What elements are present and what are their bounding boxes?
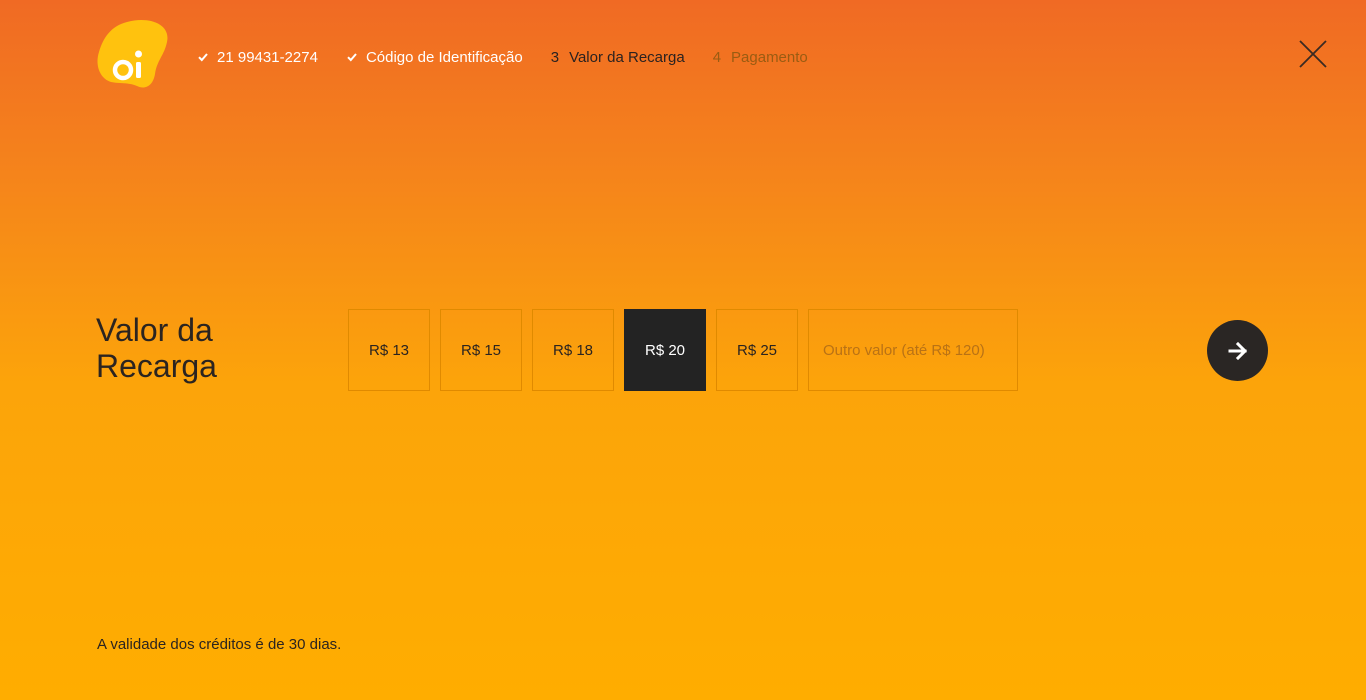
close-button[interactable] bbox=[1297, 38, 1329, 70]
logo-text: oi bbox=[97, 88, 98, 89]
progress-steps: 21 99431-2274 Código de Identificação 3 … bbox=[197, 46, 808, 68]
recharge-value-options: R$ 13 R$ 15 R$ 18 R$ 20 R$ 25 bbox=[348, 309, 1018, 391]
step-number: 4 bbox=[712, 48, 722, 66]
step-number: 3 bbox=[550, 48, 560, 66]
value-option-18[interactable]: R$ 18 bbox=[532, 309, 614, 391]
page-title-line1: Valor da bbox=[96, 312, 213, 348]
other-value-input[interactable] bbox=[808, 309, 1018, 391]
step-phone-label: 21 99431-2274 bbox=[217, 48, 318, 66]
step-identification-label: Código de Identificação bbox=[365, 48, 523, 66]
credits-validity-note: A validade dos créditos é de 30 dias. bbox=[97, 636, 342, 653]
check-icon bbox=[347, 53, 357, 62]
oi-logo-mark bbox=[97, 20, 168, 88]
step-payment: 4 Pagamento bbox=[713, 49, 808, 66]
step-identification[interactable]: Código de Identificação bbox=[346, 49, 523, 66]
oi-logo[interactable]: oi bbox=[97, 20, 169, 88]
step-phone[interactable]: 21 99431-2274 bbox=[197, 49, 318, 66]
step-recharge-value-label: Valor da Recarga bbox=[569, 48, 685, 66]
check-icon bbox=[198, 53, 208, 62]
step-payment-label: Pagamento bbox=[731, 48, 808, 66]
value-option-13[interactable]: R$ 13 bbox=[348, 309, 430, 391]
value-option-20[interactable]: R$ 20 bbox=[624, 309, 706, 391]
value-option-15[interactable]: R$ 15 bbox=[440, 309, 522, 391]
value-option-25[interactable]: R$ 25 bbox=[716, 309, 798, 391]
page-title: Valor da Recarga bbox=[96, 312, 296, 384]
page-title-line2: Recarga bbox=[96, 348, 217, 384]
step-recharge-value: 3 Valor da Recarga bbox=[551, 49, 685, 66]
arrow-right-icon bbox=[1228, 341, 1247, 360]
next-button[interactable] bbox=[1207, 320, 1268, 381]
close-icon bbox=[1299, 40, 1327, 68]
